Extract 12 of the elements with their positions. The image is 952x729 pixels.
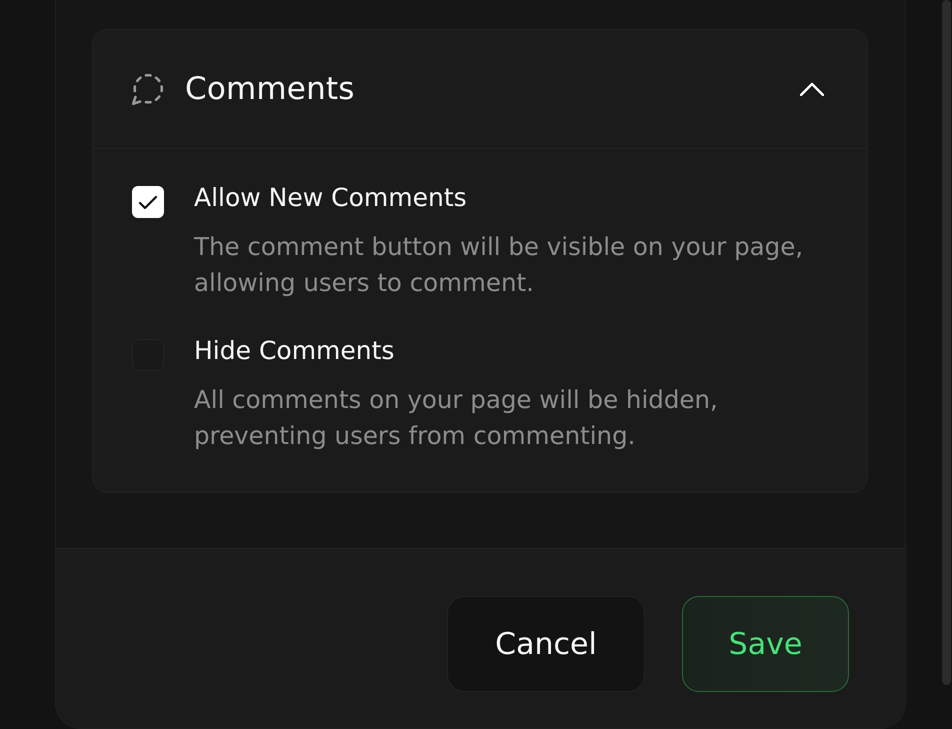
option-description: The comment button will be visible on your page, allowing users to comment.	[194, 231, 804, 299]
dashed-speech-bubble-icon	[132, 74, 163, 104]
option-label: Allow New Comments	[194, 182, 467, 214]
chevron-up-icon[interactable]	[800, 82, 824, 96]
option-description: All comments on your page will be hidden, preventing users from commenting.	[194, 384, 719, 452]
checkbox[interactable]	[132, 186, 164, 218]
save-button[interactable]: Save	[682, 596, 849, 692]
scrollbar-thumb[interactable]	[942, 0, 951, 685]
section-title: Comments	[185, 71, 356, 107]
option-label: Hide Comments	[194, 335, 394, 367]
cancel-button[interactable]: Cancel	[447, 596, 645, 692]
checkmark-icon	[138, 194, 158, 210]
